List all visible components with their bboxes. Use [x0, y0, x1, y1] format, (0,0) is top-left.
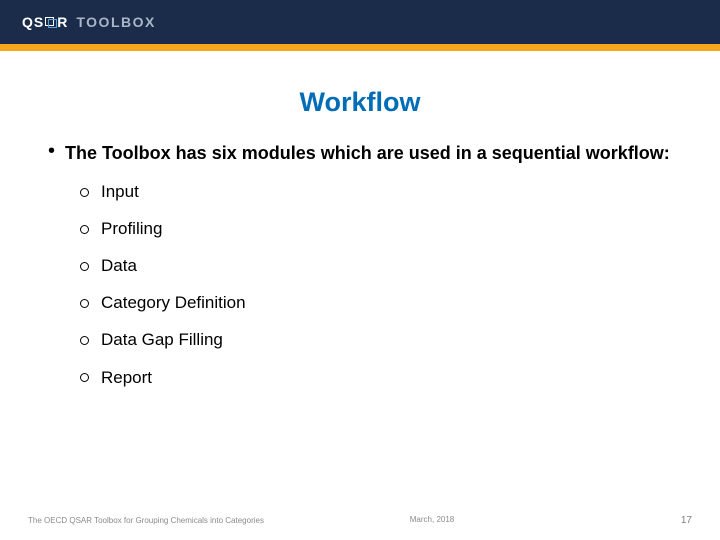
list-item: Input — [80, 181, 672, 203]
list-item: Data — [80, 255, 672, 277]
list-item: Profiling — [80, 218, 672, 240]
circle-icon — [80, 262, 89, 271]
logo-qsar: QS R — [22, 14, 68, 30]
footer-date: March, 2018 — [410, 515, 454, 524]
list-item-label: Data Gap Filling — [101, 329, 223, 351]
list-item-label: Input — [101, 181, 139, 203]
list-item-label: Data — [101, 255, 137, 277]
app-header: QS R TOOLBOX — [0, 0, 720, 44]
bullet-icon: • — [48, 141, 55, 161]
lead-text: The Toolbox has six modules which are us… — [65, 142, 672, 165]
footer-page: 17 — [681, 515, 692, 526]
list-item-label: Profiling — [101, 218, 162, 240]
circle-icon — [80, 373, 89, 382]
logo-text-r: R — [57, 14, 68, 30]
slide-content: • The Toolbox has six modules which are … — [0, 118, 720, 389]
lead-block: • The Toolbox has six modules which are … — [48, 142, 672, 165]
list-item: Report — [80, 367, 672, 389]
list-item: Data Gap Filling — [80, 329, 672, 351]
accent-bar — [0, 44, 720, 51]
logo-text-qs: QS — [22, 14, 44, 30]
circle-icon — [80, 188, 89, 197]
circle-icon — [80, 336, 89, 345]
logo-toolbox: TOOLBOX — [76, 14, 155, 30]
list-item: Category Definition — [80, 292, 672, 314]
slide-title: Workflow — [0, 87, 720, 118]
logo-square-icon — [45, 17, 56, 28]
list-item-label: Report — [101, 367, 152, 389]
footer-left: The OECD QSAR Toolbox for Grouping Chemi… — [28, 516, 264, 525]
circle-icon — [80, 299, 89, 308]
list-item-label: Category Definition — [101, 292, 246, 314]
module-list: Input Profiling Data Category Definition… — [48, 181, 672, 389]
slide-footer: The OECD QSAR Toolbox for Grouping Chemi… — [0, 515, 720, 526]
circle-icon — [80, 225, 89, 234]
